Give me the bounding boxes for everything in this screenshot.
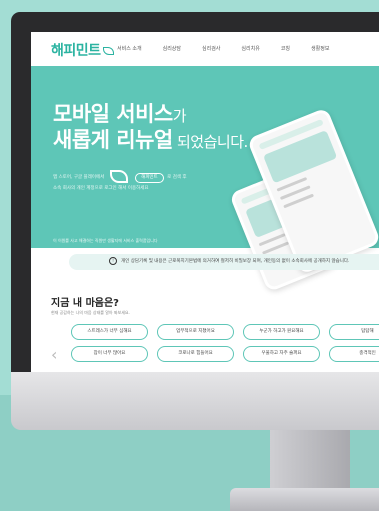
app-name-pill: 해피민트 [135, 173, 164, 183]
hero-note: 이 이원를 사고 해결하는 직원만 생활지에 서비스 출력품입니다 [53, 238, 158, 243]
hero-banner: 모바일 서비스가 새롭게 리뉴얼 되었습니다. 앱 스토어, 구글 플레이에서 … [31, 66, 379, 293]
carousel-prev-arrow-icon[interactable]: ‹ [51, 345, 57, 364]
mood-chip[interactable]: 답답해 [329, 324, 379, 340]
monitor-stand-base [230, 488, 379, 511]
hero-title: 모바일 서비스가 새롭게 리뉴얼 되었습니다. [53, 102, 248, 152]
nav-item-psych-test[interactable]: 심리검사 [202, 45, 220, 52]
mood-chip[interactable]: 우울하고 자주 슬퍼요 [243, 346, 320, 362]
nav-item-life-info[interactable]: 생활정보 [311, 45, 329, 52]
nav-item-healing[interactable]: 심리치유 [241, 45, 259, 52]
mood-chip[interactable]: 업무적으로 지쳤어요 [157, 324, 234, 340]
privacy-notice: ! 개인 상담기록 및 내용은 근로복지기본법에 의거하여 철저히 비밀보장 되며… [69, 254, 379, 270]
monitor-frame: 해피민트 서비스 소개 심리상담 심리검사 심리치유 코칭 생활정보 모바일 서… [11, 12, 379, 392]
mood-chip[interactable]: 잠이 너무 많아요 [71, 346, 148, 362]
site-logo[interactable]: 해피민트 [51, 40, 114, 60]
monitor-chin [11, 372, 379, 430]
mood-chip[interactable]: 코로나로 힘들어요 [157, 346, 234, 362]
mood-chip[interactable]: 충격적인 [329, 346, 379, 362]
nav-item-coaching[interactable]: 코칭 [281, 45, 290, 52]
mood-section-title: 지금 내 마음은? [51, 298, 119, 309]
nav-item-counseling[interactable]: 심리상담 [163, 45, 181, 52]
hero-description: 앱 스토어, 구글 플레이에서 해피민트 로 검색 후 소속 회사의 개인 계정… [53, 170, 187, 194]
leaf-logo-icon [109, 170, 128, 183]
monitor-screen: 해피민트 서비스 소개 심리상담 심리검사 심리치유 코칭 생활정보 모바일 서… [31, 32, 379, 382]
main-nav: 서비스 소개 심리상담 심리검사 심리치유 코칭 생활정보 [117, 45, 350, 52]
mood-section-subtitle: 현재 공감하는 나의 마음 상태를 알아 봐보세요. [51, 310, 130, 315]
info-icon: ! [109, 256, 117, 265]
leaf-icon [102, 47, 114, 55]
mood-chip[interactable]: 스트레스가 너무 심해요 [71, 324, 148, 340]
site-header: 해피민트 서비스 소개 심리상담 심리검사 심리치유 코칭 생활정보 [31, 32, 379, 66]
mood-chip[interactable]: 누군가 하고가 원요해요 [243, 324, 320, 340]
nav-item-service-intro[interactable]: 서비스 소개 [117, 45, 142, 52]
